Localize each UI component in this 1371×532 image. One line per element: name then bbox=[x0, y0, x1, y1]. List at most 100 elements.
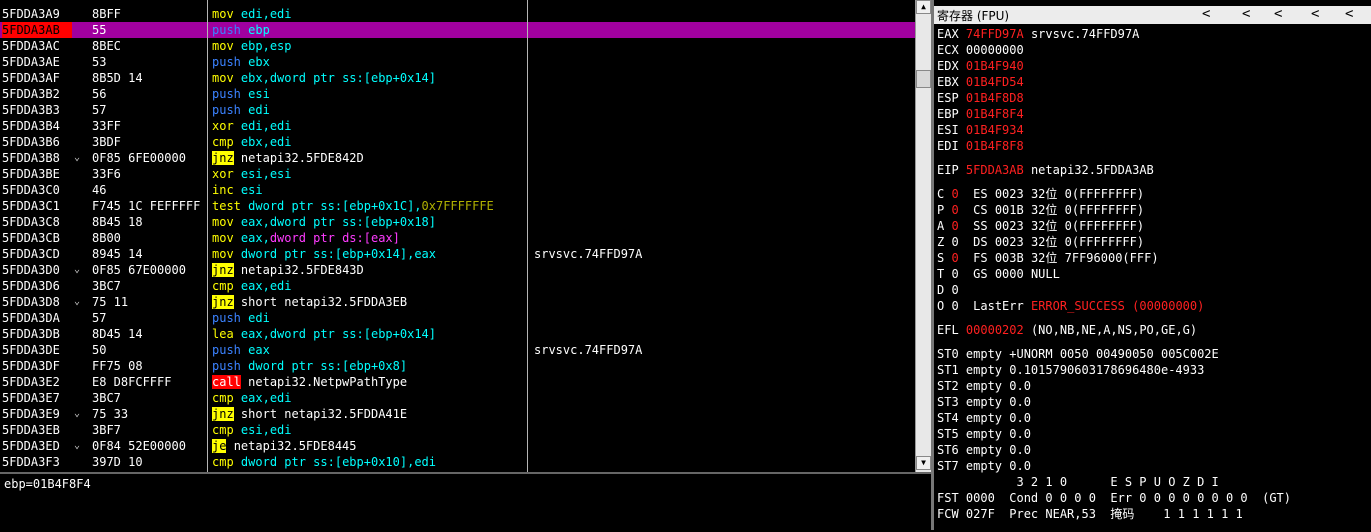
flag-row[interactable]: C 0 ES 0023 32位 0(FFFFFFFF) bbox=[937, 186, 1144, 202]
disasm-scrollbar[interactable]: ▲ ▼ bbox=[915, 0, 932, 472]
fpu-header-row[interactable]: 3 2 1 0 E S P U O Z D I bbox=[937, 474, 1218, 490]
mnemonic: mov bbox=[212, 7, 234, 21]
nav-left-icon[interactable]: < bbox=[1345, 6, 1353, 22]
disassembly-pane[interactable]: 5FDDA3A9 8BFF mov edi,edi 5FDDA3AB 55 push eb… bbox=[0, 0, 915, 472]
fpu-row[interactable]: ST3 empty 0.0 bbox=[937, 394, 1031, 410]
fpu-row[interactable]: ST5 empty 0.0 bbox=[937, 426, 1031, 442]
column-divider[interactable] bbox=[527, 0, 528, 472]
disasm-row[interactable]: 5FDDA3AC 8BEC mov ebp,esp bbox=[0, 38, 915, 54]
instruction-cell: mov edi,edi bbox=[212, 6, 526, 22]
disasm-row[interactable]: 5FDDA3DF FF75 08 push dword ptr ss:[ebp+0x… bbox=[0, 358, 915, 374]
register-row[interactable]: EAX 74FFD97A srvsvc.74FFD97A bbox=[937, 26, 1139, 42]
disasm-row[interactable]: 5FDDA3DB 8D45 14 lea eax,dword ptr ss:[ebp… bbox=[0, 326, 915, 342]
fpu-row[interactable]: ST7 empty 0.0 bbox=[937, 458, 1031, 474]
flag-row[interactable]: D 0 bbox=[937, 282, 973, 298]
fpu-row[interactable]: ST2 empty 0.0 bbox=[937, 378, 1031, 394]
disasm-row[interactable]: 5FDDA3F3 397D 10 cmp dword ptr ss:[ebp+0x1… bbox=[0, 454, 915, 470]
fst-row[interactable]: FST 0000 Cond 0 0 0 0 Err 0 0 0 0 0 0 0 … bbox=[937, 490, 1291, 506]
disasm-row[interactable]: 5FDDA3B3 57 push edi bbox=[0, 102, 915, 118]
mnemonic: push bbox=[212, 23, 241, 37]
disasm-row[interactable]: 5FDDA3C8 8B45 18 mov eax,dword ptr ss:[ebp… bbox=[0, 214, 915, 230]
flag-row[interactable]: A 0 SS 0023 32位 0(FFFFFFFF) bbox=[937, 218, 1144, 234]
disasm-row[interactable]: 5FDDA3E7 3BC7 cmp eax,edi bbox=[0, 390, 915, 406]
flag-row[interactable]: T 0 GS 0000 NULL bbox=[937, 266, 1060, 282]
segment-info: SS 0023 32位 0(FFFFFFFF) bbox=[973, 219, 1145, 233]
fpu-row[interactable]: ST6 empty 0.0 bbox=[937, 442, 1031, 458]
disasm-row[interactable]: 5FDDA3C0 46 inc esi bbox=[0, 182, 915, 198]
scroll-up-icon[interactable]: ▲ bbox=[916, 0, 931, 14]
flag-row[interactable]: Z 0 DS 0023 32位 0(FFFFFFFF) bbox=[937, 234, 1144, 250]
mnemonic: cmp bbox=[212, 135, 234, 149]
register-row[interactable]: EDX 01B4F940 bbox=[937, 58, 1031, 74]
registers-header[interactable]: 寄存器 (FPU) < < < < < bbox=[934, 6, 1371, 24]
hex-bytes-cell: 8945 14 bbox=[92, 247, 143, 261]
nav-left-icon[interactable]: < bbox=[1274, 6, 1282, 22]
operand: esi,esi bbox=[240, 167, 292, 181]
disasm-row[interactable]: 5FDDA3AB 55 push ebp bbox=[0, 22, 915, 38]
register-row[interactable]: EBX 01B4FD54 bbox=[937, 74, 1031, 90]
instruction-cell: test dword ptr ss:[ebp+0x1C],0x7FFFFFFE bbox=[212, 198, 526, 214]
disasm-row[interactable]: 5FDDA3D0 ⌄ 0F85 67E00000 jnz netapi32.5FDE8… bbox=[0, 262, 915, 278]
disasm-row[interactable]: 5FDDA3E2 E8 D8FCFFFF call netapi32.NetpwPa… bbox=[0, 374, 915, 390]
flag-row[interactable]: S 0 FS 003B 32位 7FF96000(FFF) bbox=[937, 250, 1159, 266]
register-row[interactable]: ESP 01B4F8D8 bbox=[937, 90, 1031, 106]
hex-bytes-cell: 3BF7 bbox=[92, 423, 121, 437]
nav-left-icon[interactable]: < bbox=[1311, 6, 1319, 22]
disasm-row[interactable]: 5FDDA3B2 56 push esi bbox=[0, 86, 915, 102]
fpu-register: ST7 empty 0.0 bbox=[937, 459, 1031, 473]
disasm-row[interactable]: 5FDDA3BE 33F6 xor esi,esi bbox=[0, 166, 915, 182]
info-pane: ebp=01B4F8F4 bbox=[0, 472, 931, 532]
disasm-row[interactable]: 5FDDA3AF 8B5D 14 mov ebx,dword ptr ss:[ebp… bbox=[0, 70, 915, 86]
fpu-row[interactable]: ST1 empty 0.1015790603178696480e-4933 bbox=[937, 362, 1204, 378]
address-cell: 5FDDA3CD bbox=[2, 247, 60, 261]
register-row[interactable]: EBP 01B4F8F4 bbox=[937, 106, 1031, 122]
disasm-row[interactable]: 5FDDA3DA 57 push edi bbox=[0, 310, 915, 326]
scroll-down-icon[interactable]: ▼ bbox=[916, 456, 931, 470]
scroll-thumb[interactable] bbox=[916, 70, 931, 88]
nav-left-icon[interactable]: < bbox=[1202, 6, 1210, 22]
operand: eax,edi bbox=[240, 391, 292, 405]
disasm-row[interactable]: 5FDDA3B8 ⌄ 0F85 6FE00000 jnz netapi32.5FDE8… bbox=[0, 150, 915, 166]
instruction-cell: jnz netapi32.5FDE843D bbox=[212, 262, 526, 278]
operand: edi bbox=[248, 103, 270, 117]
nav-left-icon[interactable]: < bbox=[1242, 6, 1250, 22]
disasm-row[interactable]: 5FDDA3ED ⌄ 0F84 52E00000 je netapi32.5FDE84… bbox=[0, 438, 915, 454]
flag-row[interactable]: P 0 CS 001B 32位 0(FFFFFFFF) bbox=[937, 202, 1144, 218]
fcw-row[interactable]: FCW 027F Prec NEAR,53 掩码 1 1 1 1 1 1 bbox=[937, 506, 1243, 522]
register-name: ECX bbox=[937, 43, 959, 57]
operand: dword ptr ss:[ebp+0x10],edi bbox=[240, 455, 436, 469]
instruction-cell: mov ebx,dword ptr ss:[ebp+0x14] bbox=[212, 70, 526, 86]
register-row[interactable]: ESI 01B4F934 bbox=[937, 122, 1031, 138]
disasm-row[interactable]: 5FDDA3DE 50 push eax srvsvc.74FFD97A bbox=[0, 342, 915, 358]
register-row[interactable]: EDI 01B4F8F8 bbox=[937, 138, 1031, 154]
operand: eax,dword ptr ss:[ebp+0x14] bbox=[240, 327, 436, 341]
fpu-row[interactable]: ST0 empty +UNORM 0050 00490050 005C002E bbox=[937, 346, 1219, 362]
column-divider[interactable] bbox=[207, 0, 208, 472]
disasm-row[interactable]: 5FDDA3B4 33FF xor edi,edi bbox=[0, 118, 915, 134]
mnemonic: jnz bbox=[212, 295, 234, 309]
address-cell: 5FDDA3DF bbox=[2, 359, 60, 373]
flag-name: D bbox=[937, 283, 945, 297]
disasm-row[interactable]: 5FDDA3CB 8B00 mov eax,dword ptr ds:[eax] bbox=[0, 230, 915, 246]
register-value: 00000202 bbox=[965, 323, 1024, 337]
fcw-control: FCW 027F Prec NEAR,53 掩码 1 1 1 1 1 1 bbox=[937, 507, 1243, 521]
register-row[interactable]: ECX 00000000 bbox=[937, 42, 1031, 58]
address-cell: 5FDDA3E9 bbox=[2, 407, 60, 421]
register-value: 5FDDA3AB bbox=[965, 163, 1024, 177]
disasm-row[interactable]: 5FDDA3A9 8BFF mov edi,edi bbox=[0, 6, 915, 22]
registers-pane[interactable]: 寄存器 (FPU) < < < < < EAX 74FFD97A srvsvc.… bbox=[934, 0, 1371, 530]
eip-row[interactable]: EIP 5FDDA3AB netapi32.5FDDA3AB bbox=[937, 162, 1154, 178]
disasm-row[interactable]: 5FDDA3B6 3BDF cmp ebx,edi bbox=[0, 134, 915, 150]
disasm-row[interactable]: 5FDDA3D8 ⌄ 75 11 jnz short netapi32.5FDDA3E… bbox=[0, 294, 915, 310]
disasm-row[interactable]: 5FDDA3C1 F745 1C FEFFFFF test dword ptr ss… bbox=[0, 198, 915, 214]
disasm-row[interactable]: 5FDDA3D6 3BC7 cmp eax,edi bbox=[0, 278, 915, 294]
disasm-row[interactable]: 5FDDA3AE 53 push ebx bbox=[0, 54, 915, 70]
flag-row[interactable]: O 0 LastErr ERROR_SUCCESS (00000000) bbox=[937, 298, 1204, 314]
disasm-row[interactable]: 5FDDA3E9 ⌄ 75 33 jnz short netapi32.5FDDA41… bbox=[0, 406, 915, 422]
operand: edi,edi bbox=[240, 119, 292, 133]
fpu-row[interactable]: ST4 empty 0.0 bbox=[937, 410, 1031, 426]
disasm-row[interactable]: 5FDDA3EB 3BF7 cmp esi,edi bbox=[0, 422, 915, 438]
disasm-row[interactable]: 5FDDA3CD 8945 14 mov dword ptr ss:[ebp+0x1… bbox=[0, 246, 915, 262]
register-name: ESI bbox=[937, 123, 959, 137]
efl-row[interactable]: EFL 00000202 (NO,NB,NE,A,NS,PO,GE,G) bbox=[937, 322, 1197, 338]
